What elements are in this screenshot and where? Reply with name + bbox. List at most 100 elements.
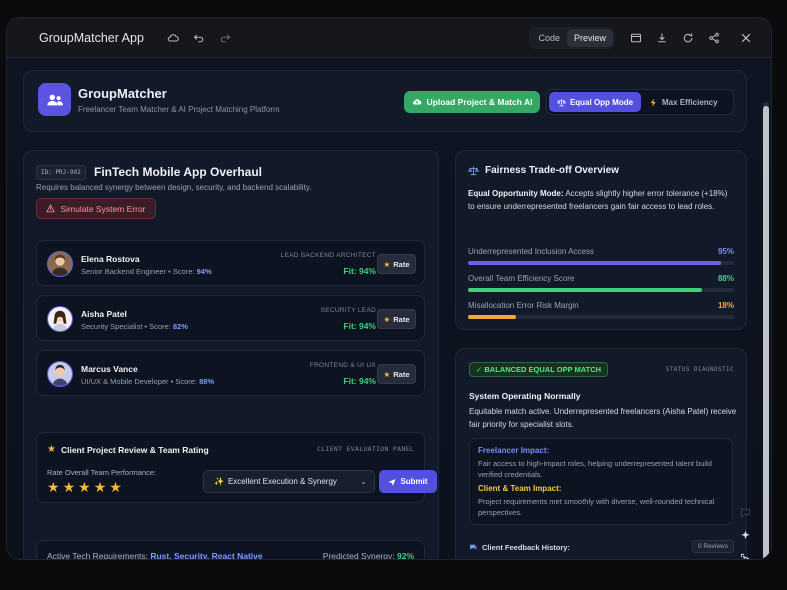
metric-label: Misallocation Error Risk Margin [468, 301, 579, 310]
rate-button[interactable]: ★ Rate [377, 309, 416, 329]
simulate-error-label: Simulate System Error [60, 203, 146, 214]
equal-opp-mode-button[interactable]: Equal Opp Mode [549, 92, 641, 112]
star-icon[interactable]: ★ [94, 480, 107, 494]
progress-track [468, 261, 734, 265]
progress-track [468, 288, 734, 292]
download-icon[interactable] [649, 25, 675, 51]
review-select-value: Excellent Execution & Synergy [227, 477, 337, 486]
tech-requirements-bar: Active Tech Requirements: Rust, Security… [36, 540, 425, 560]
freelancer-impact-text: Fair access to high-impact roles, helpin… [478, 459, 712, 479]
star-icon[interactable]: ★ [63, 480, 76, 494]
member-role: Senior Backend Engineer • Score: 94% [81, 267, 212, 276]
refresh-icon[interactable] [675, 25, 701, 51]
submit-label: Submit [400, 477, 428, 486]
avatar [47, 361, 73, 387]
avatar [47, 306, 73, 332]
tab-preview[interactable]: Preview [566, 28, 613, 47]
member-name: Aisha Patel [81, 309, 127, 319]
team-member-card: Aisha Patel Security Specialist • Score:… [36, 295, 425, 341]
rate-button[interactable]: ★ Rate [377, 254, 416, 274]
mode-toggle: Equal Opp Mode Max Efficiency [546, 89, 734, 115]
floating-toolbar [734, 503, 756, 560]
upload-project-label: Upload Project & Match AI [426, 97, 533, 107]
freelancer-impact-heading: Freelancer Impact: [478, 446, 550, 455]
lightning-icon [650, 98, 656, 106]
brand-subtitle: Freelancer Team Matcher & AI Project Mat… [78, 105, 280, 114]
window-icon[interactable] [623, 25, 649, 51]
sparkle-icon[interactable] [740, 530, 751, 541]
member-position: SECURITY LEAD [320, 307, 376, 314]
review-title: ★ Client Project Review & Team Rating [47, 444, 209, 455]
member-fit: Fit: 94% [343, 321, 376, 331]
progress-fill [468, 288, 703, 292]
client-impact-heading: Client & Team Impact: [478, 484, 562, 493]
member-name: Elena Rostova [81, 254, 140, 264]
app-header: GroupMatcher Freelancer Team Matcher & A… [23, 70, 747, 132]
member-position: LEAD BACKEND ARCHITECT [280, 252, 376, 259]
brand-name: GroupMatcher [78, 86, 167, 101]
scale-icon [556, 98, 566, 106]
app-title: GroupMatcher App [39, 30, 144, 45]
star-icon: ★ [383, 314, 391, 324]
progress-fill [468, 315, 516, 319]
scale-icon [468, 166, 479, 176]
feedback-history-title: Client Feedback History: [469, 543, 570, 552]
max-efficiency-button[interactable]: Max Efficiency [643, 92, 724, 112]
metric-label: Overall Team Efficiency Score [468, 274, 575, 283]
share-icon[interactable] [701, 25, 727, 51]
view-switch: Code Preview [529, 26, 615, 49]
project-title: FinTech Mobile App Overhaul [94, 165, 263, 179]
rate-button[interactable]: ★ Rate [377, 364, 416, 384]
client-impact-text: Project requirements met smoothly with d… [478, 497, 715, 517]
sparkles-icon: ✨ [214, 477, 224, 486]
close-icon[interactable] [733, 25, 759, 51]
member-role: UI/UX & Mobile Developer • Score: 88% [81, 377, 215, 386]
metric-value: 88% [717, 274, 734, 283]
max-efficiency-label: Max Efficiency [662, 97, 718, 107]
select-cursor-icon[interactable] [740, 553, 751, 560]
scrollbar-thumb[interactable] [763, 106, 769, 559]
star-icon[interactable]: ★ [109, 480, 122, 494]
review-panel-label: CLIENT EVALUATION PANEL [317, 445, 414, 453]
review-select[interactable]: ✨ Excellent Execution & Synergy ⌄ [203, 470, 375, 493]
redo-icon[interactable] [212, 25, 238, 51]
metric-label: Underrepresented Inclusion Access [468, 247, 594, 256]
reviews-count-badge: 0 Reviews [692, 540, 734, 553]
undo-icon[interactable] [186, 25, 212, 51]
status-panel: ✓ BALANCED EQUAL OPP MATCH STATUS DIAGNO… [455, 348, 747, 559]
star-icon[interactable]: ★ [47, 480, 60, 494]
metric-value: 18% [717, 301, 734, 310]
project-panel: ID: PRJ-902 FinTech Mobile App Overhaul … [23, 150, 439, 560]
submit-review-button[interactable]: Submit [379, 470, 437, 493]
member-fit: Fit: 94% [343, 266, 376, 276]
fairness-title: Fairness Trade-off Overview [468, 165, 619, 176]
system-status-title: System Operating Normally [469, 391, 581, 401]
tab-code[interactable]: Code [531, 29, 567, 47]
star-rating[interactable]: ★ ★ ★ ★ ★ [47, 480, 122, 494]
warning-icon [46, 204, 56, 213]
chat-icon [470, 544, 477, 550]
title-bar: GroupMatcher App Code Preview [7, 18, 771, 58]
star-icon: ★ [47, 444, 56, 455]
project-id-badge: ID: PRJ-902 [36, 165, 86, 180]
fairness-description: Equal Opportunity Mode: Accepts slightly… [468, 189, 728, 211]
upload-project-button[interactable]: Upload Project & Match AI [404, 91, 540, 113]
chevron-down-icon: ⌄ [360, 477, 367, 486]
progress-track [468, 315, 734, 319]
impact-box: Freelancer Impact: Fair access to high-i… [469, 438, 733, 525]
chat-bubble-icon[interactable] [740, 507, 751, 518]
star-icon: ★ [383, 369, 391, 379]
team-member-card: Elena Rostova Senior Backend Engineer • … [36, 240, 425, 286]
star-icon[interactable]: ★ [78, 480, 91, 494]
progress-fill [468, 261, 721, 265]
cloud-icon[interactable] [160, 25, 186, 51]
simulate-error-button[interactable]: Simulate System Error [36, 198, 156, 219]
member-name: Marcus Vance [81, 364, 138, 374]
send-icon [388, 478, 396, 486]
predicted-synergy: Predicted Synergy: 92% [322, 551, 414, 560]
metric-value: 95% [717, 247, 734, 256]
rating-label: Rate Overall Team Performance: [47, 468, 157, 477]
member-fit: Fit: 94% [343, 376, 376, 386]
star-icon: ★ [383, 259, 391, 269]
users-icon [38, 83, 71, 116]
